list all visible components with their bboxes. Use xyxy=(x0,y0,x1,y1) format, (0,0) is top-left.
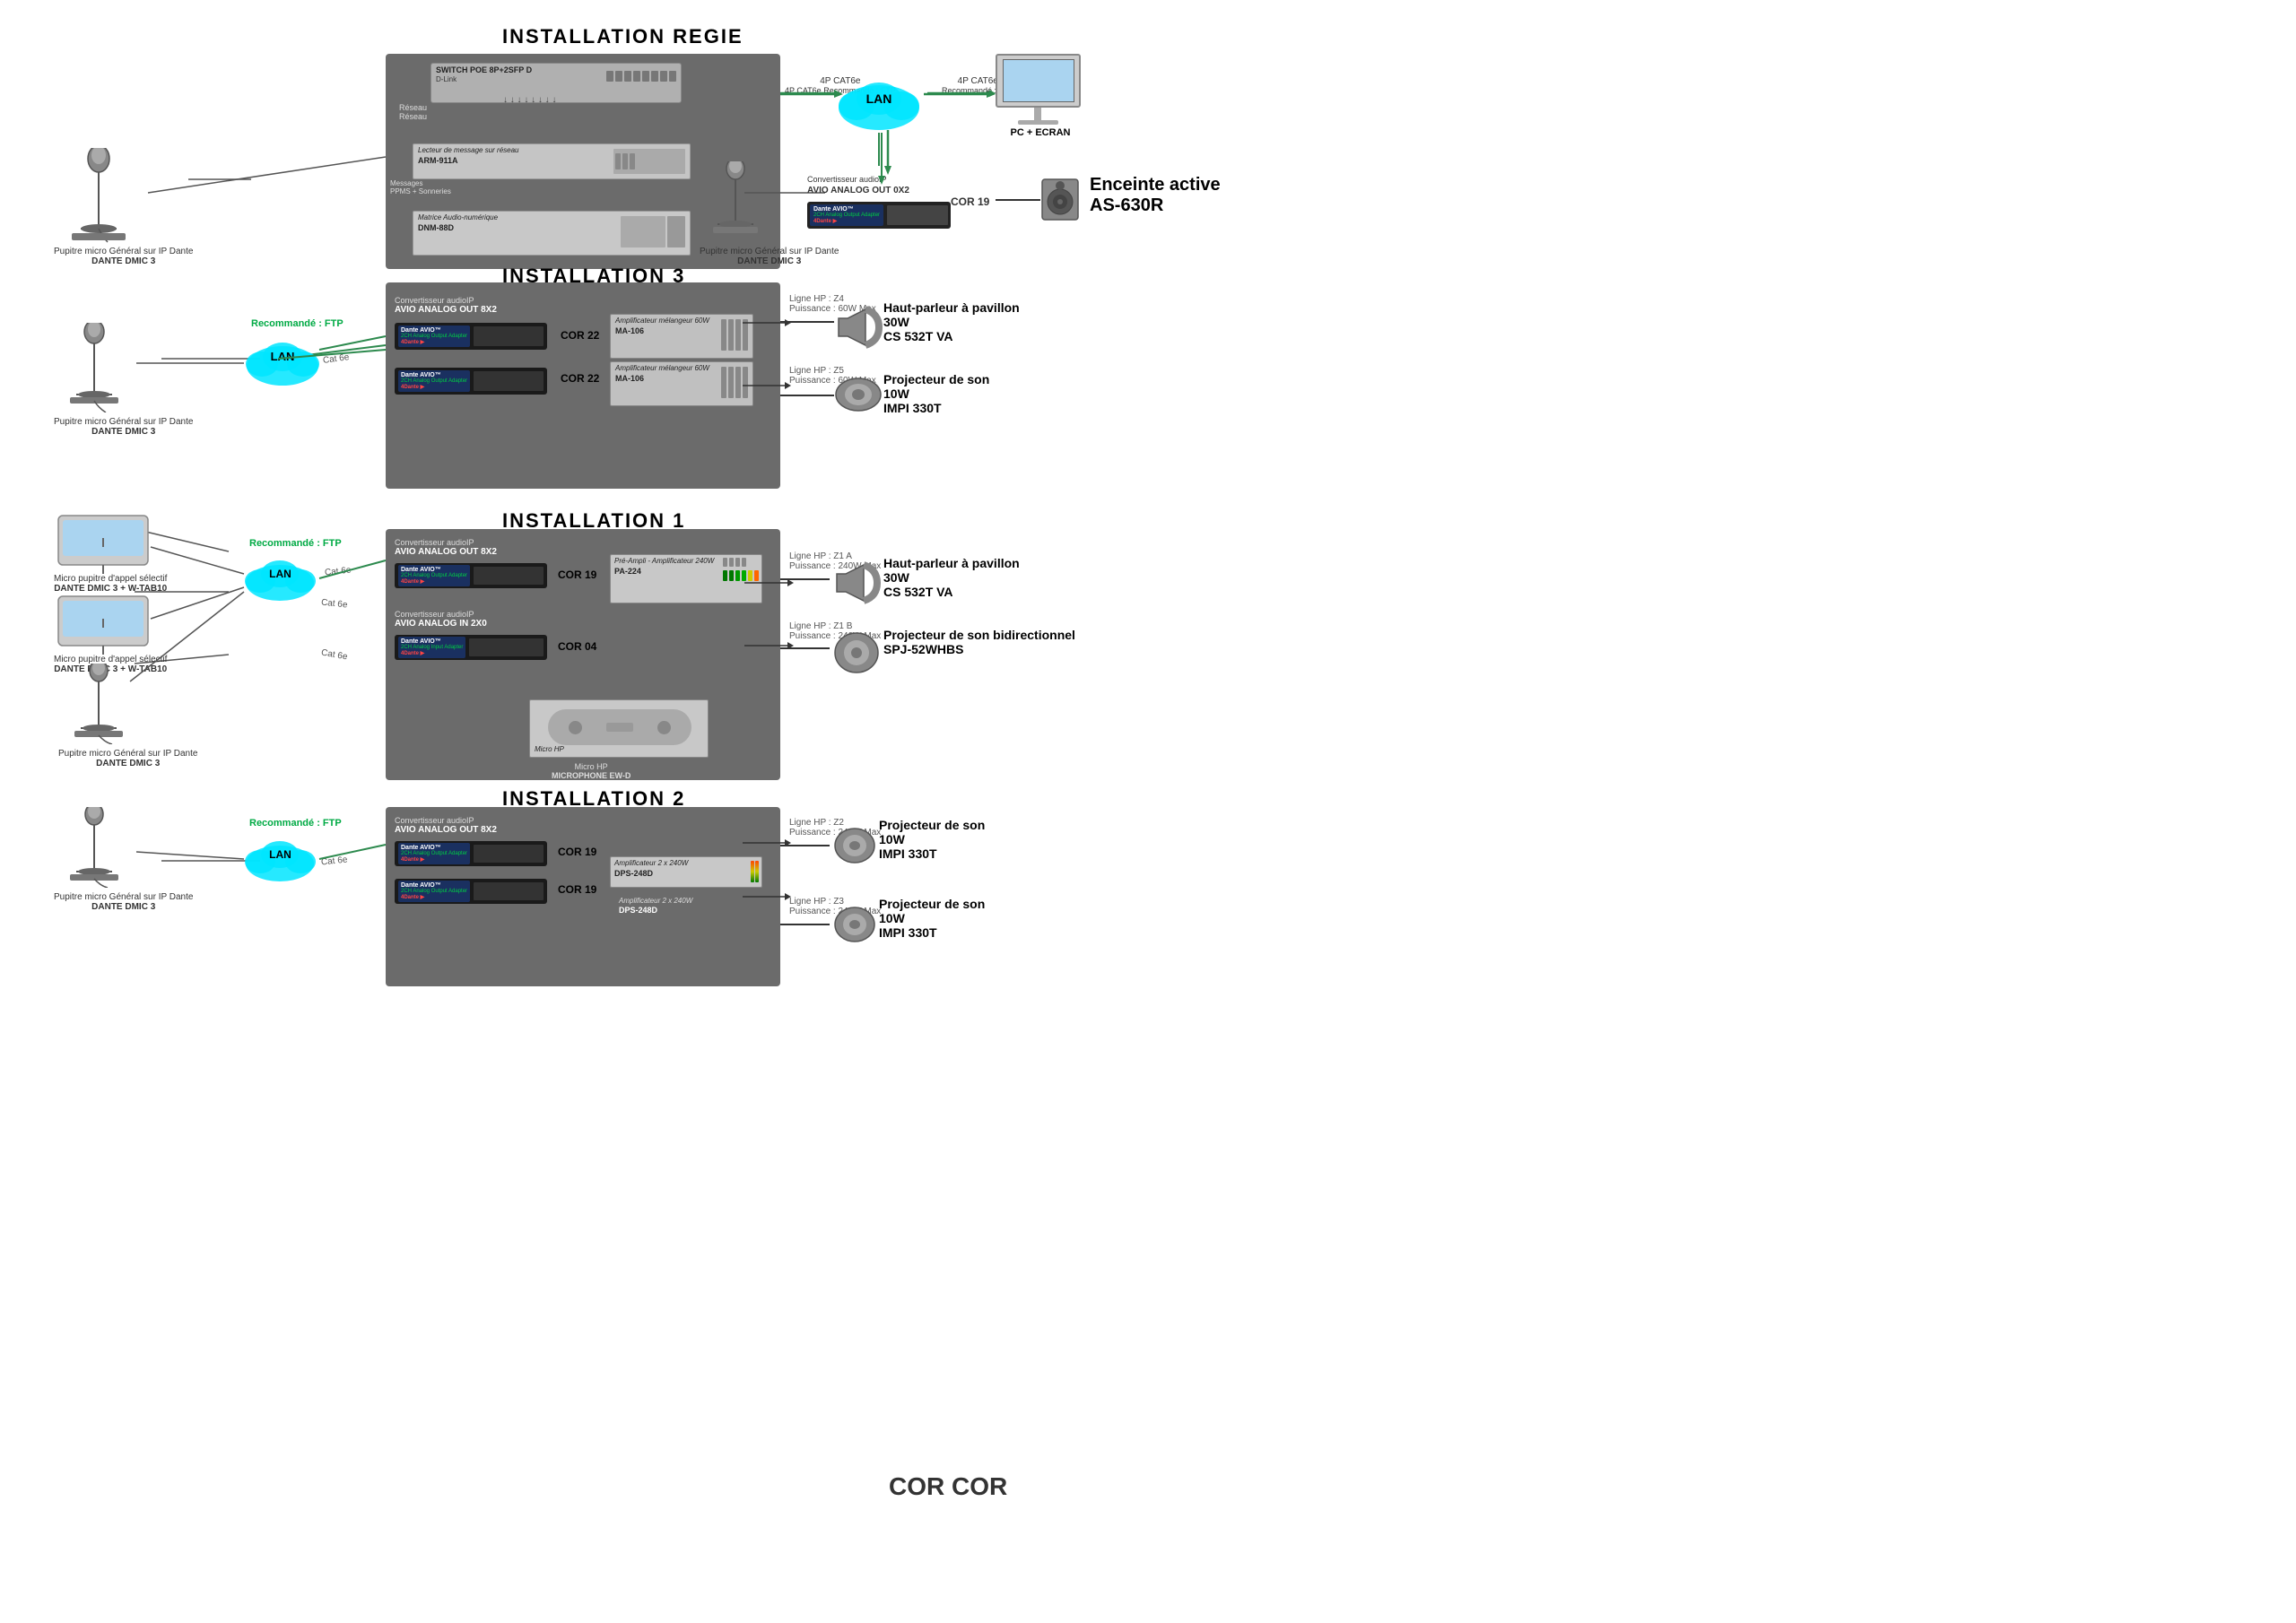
enceinte-active-label: Enceinte active AS-630R xyxy=(1090,175,1221,216)
avio-speaker-line xyxy=(996,199,1040,201)
install1-speaker2-icon xyxy=(832,630,882,680)
install2-speaker1-label: Projecteur de son 10W IMPI 330T xyxy=(879,818,985,861)
install3-mic-label: Pupitre micro Général sur IP Dante DANTE… xyxy=(54,417,193,437)
cat6e-install3: Cat 6e xyxy=(322,352,350,366)
reseau-label: RéseauRéseau xyxy=(399,103,427,121)
lan-cloud-install2: LAN xyxy=(242,832,318,890)
install1-microphone: Micro HP xyxy=(529,699,709,758)
install2-box: Convertisseur audioIP AVIO ANALOG OUT 8X… xyxy=(386,807,780,986)
install2-speaker2-icon xyxy=(832,906,877,948)
install1-pa224: Pré-Ampli - Amplificateur 240W PA-224 xyxy=(610,554,762,603)
lan-pc-line xyxy=(933,93,991,95)
install2-cor2: COR 19 xyxy=(558,883,596,896)
install2-avio: Dante AVIO™ 2CH Analog Output Adapter 4D… xyxy=(395,841,547,866)
install1-speaker1-icon xyxy=(832,560,882,610)
install2-speaker1-icon xyxy=(832,827,877,869)
install3-speaker1-label: Haut-parleur à pavillon 30W CS 532T VA xyxy=(883,300,1020,343)
install1-selective-mic1: Micro pupitre d'appel sélectif DANTE DMI… xyxy=(54,511,167,594)
messages-label: Messages PPMS + Sonneries xyxy=(390,179,451,195)
switch-unit: SWITCH POE 8P+2SFP D D-Link ↓ ↓ ↓ ↓ ↓ ↓ … xyxy=(430,63,682,103)
lan-cloud-install1-top: LAN xyxy=(242,551,318,610)
install2-mic: Pupitre micro Général sur IP Dante DANTE… xyxy=(54,807,193,912)
install1-general-mic: Pupitre micro Général sur IP Dante DANTE… xyxy=(58,664,197,768)
install2-line1 xyxy=(780,845,830,846)
install2-cor1: COR 19 xyxy=(558,846,596,858)
install2-line2 xyxy=(780,924,830,925)
lan-label-install3: LAN xyxy=(242,350,323,363)
lan-label-regie: LAN xyxy=(834,91,924,106)
lan-label-install2: LAN xyxy=(242,848,318,861)
install3-avio1: Dante AVIO™ 2CH Analog Output Adapter 4D… xyxy=(395,323,547,350)
cat6e-install1-b: Cat 6e xyxy=(321,597,348,610)
install1-selective-mic1-label: Micro pupitre d'appel sélectif DANTE DMI… xyxy=(54,574,167,594)
install2-dps: Amplificateur 2 x 240W DPS-248D xyxy=(610,856,762,888)
switch-brand: D-Link xyxy=(436,75,457,83)
install1-selective-mic2: Micro pupitre d'appel sélectif DANTE DMI… xyxy=(54,592,167,674)
regie-speaker-icon xyxy=(1040,175,1085,229)
install3-speaker1-icon xyxy=(834,305,883,354)
install3-cor2: COR 22 xyxy=(561,372,599,385)
lan-cloud-regie: LAN xyxy=(834,72,924,139)
lan-label-install1: LAN xyxy=(242,568,318,580)
regie-left-mic-label: Pupitre micro Général sur IP Dante DANTE… xyxy=(54,247,193,266)
cor-regie-badge: COR 19 xyxy=(951,195,989,208)
install3-box: Convertisseur audioIP AVIO ANALOG OUT 8X… xyxy=(386,282,780,489)
install2-avio2: Dante AVIO™ 2CH Analog Output Adapter 4D… xyxy=(395,879,547,904)
install2-mic-label: Pupitre micro Général sur IP Dante DANTE… xyxy=(54,892,193,912)
regie-right-mic: Pupitre micro Général sur IP Dante DANTE… xyxy=(700,161,839,266)
ftp-label-install3: Recommandé : FTP xyxy=(251,318,344,329)
lan-avio-line xyxy=(881,133,883,178)
install1-cor19: COR 19 xyxy=(558,568,596,581)
install3-speaker2-label: Projecteur de son 10W IMPI 330T xyxy=(883,372,989,415)
install1-box: Convertisseur audioIP AVIO ANALOG OUT 8X… xyxy=(386,529,780,780)
install1-speaker2-label: Projecteur de son bidirectionnel SPJ-52W… xyxy=(883,628,1075,656)
install1-cor04: COR 04 xyxy=(558,640,596,653)
install3-speaker2-icon xyxy=(834,377,883,417)
cat6e-install1-c: Cat 6e xyxy=(320,648,348,663)
install3-avio2: Dante AVIO™ 2CH Analog Output Adapter 4D… xyxy=(395,368,547,395)
install1-general-mic-label: Pupitre micro Général sur IP Dante DANTE… xyxy=(58,749,197,768)
regie-left-mic: Pupitre micro Général sur IP Dante DANTE… xyxy=(54,148,193,266)
amp2-to-speaker2 xyxy=(780,395,834,396)
amp1-to-speaker1 xyxy=(780,321,834,323)
dnm-unit: Matrice Audio-numérique DNM-88D xyxy=(413,211,691,256)
connection-lines xyxy=(0,0,2296,1623)
pc-unit: PC + ECRAN xyxy=(991,54,1090,143)
cat6e-install1: Cat 6e xyxy=(325,565,352,577)
cat6e-install2: Cat 6e xyxy=(321,855,348,867)
install3-amp2: Amplificateur mélangeur 60W MA-106 xyxy=(610,361,753,406)
additional-lines xyxy=(0,0,2296,1623)
install1-avio-out: Dante AVIO™ 2CH Analog Output Adapter 4D… xyxy=(395,563,547,588)
pc-label: PC + ECRAN xyxy=(991,127,1090,138)
regie-title: INSTALLATION REGIE xyxy=(502,25,744,48)
arm-unit: Lecteur de message sur réseau ARM-911A xyxy=(413,143,691,179)
install2-speaker2-label: Projecteur de son 10W IMPI 330T xyxy=(879,897,985,940)
install1-line2 xyxy=(780,647,830,649)
main-diagram: INSTALLATION REGIE SWITCH POE 8P+2SFP D … xyxy=(0,0,2296,1623)
lan-cloud-install3: LAN xyxy=(242,332,323,395)
ftp-label-install2: Recommandé : FTP xyxy=(249,818,342,829)
cor-cor-bottom: COR COR xyxy=(889,1472,1007,1501)
install1-line1 xyxy=(780,578,830,580)
install3-cor1: COR 22 xyxy=(561,329,599,342)
ftp-label-install1: Recommandé : FTP xyxy=(249,538,342,549)
install1-avio-in: Dante AVIO™ 2CH Analog Input Adapter 4Da… xyxy=(395,635,547,660)
regie-right-mic-label: Pupitre micro Général sur IP Dante DANTE… xyxy=(700,247,839,266)
install1-speaker1-label: Haut-parleur à pavillon 30W CS 532T VA xyxy=(883,556,1020,599)
install3-amp1: Amplificateur mélangeur 60W MA-106 xyxy=(610,314,753,359)
switch-label: SWITCH POE 8P+2SFP D xyxy=(436,65,532,74)
install3-left-mic: Pupitre micro Général sur IP Dante DANTE… xyxy=(54,323,193,437)
